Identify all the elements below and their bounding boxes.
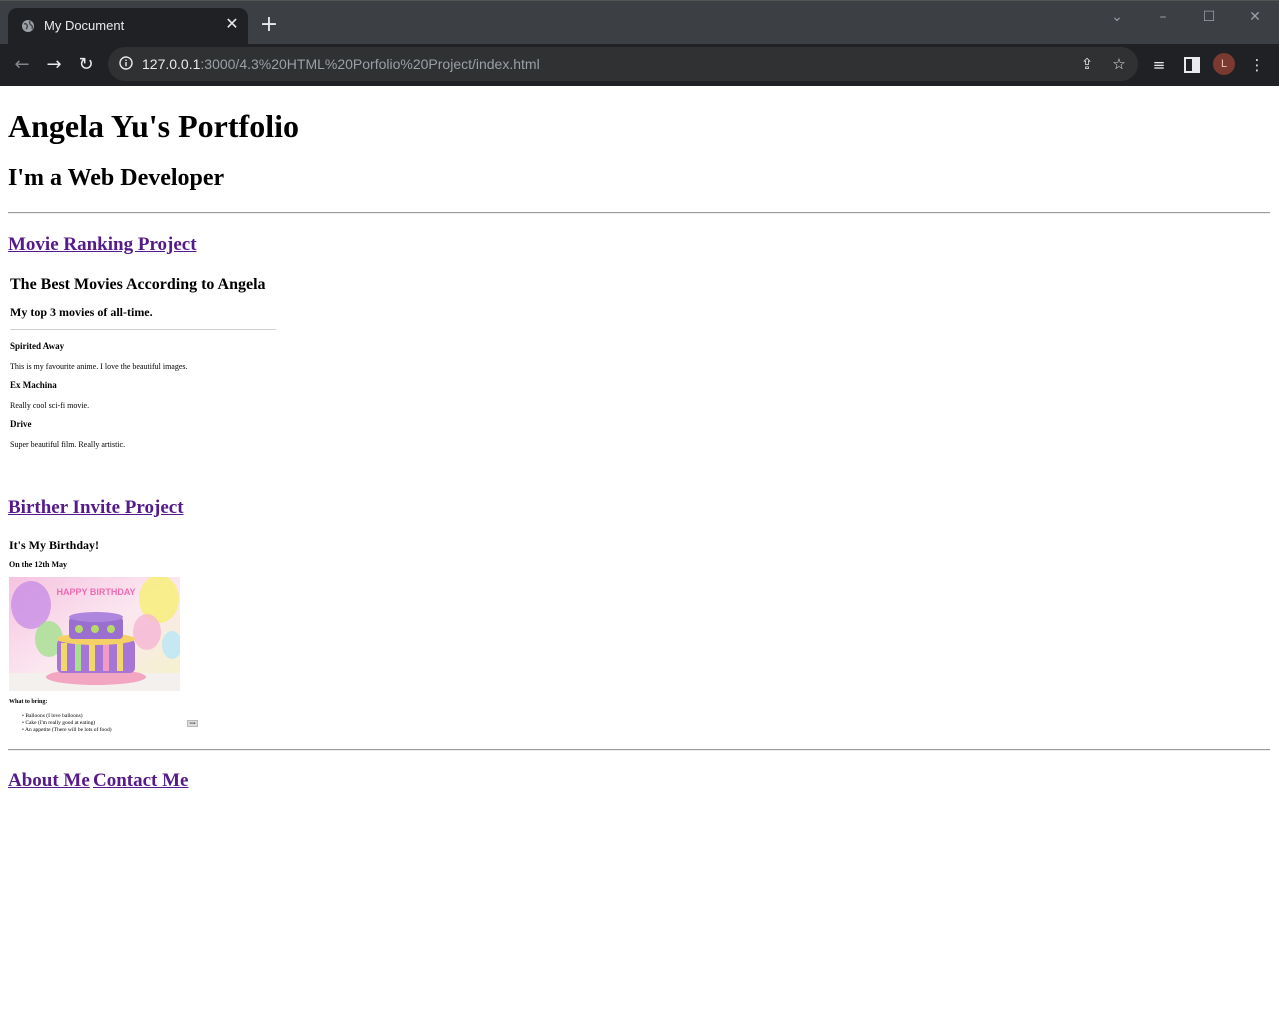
forward-arrow-icon[interactable]: → xyxy=(42,53,66,77)
divider xyxy=(10,329,276,330)
kebab-menu-icon[interactable]: ⋮ xyxy=(1247,55,1267,75)
movie-description: This is my favourite anime. I love the b… xyxy=(10,362,188,371)
movie-frame-title: The Best Movies According to Angela xyxy=(10,276,266,293)
birthday-invite-iframe: It's My Birthday! On the 12th May HAPPY … xyxy=(8,536,208,736)
movie-name: Spirited Away xyxy=(10,341,65,351)
page-title: Angela Yu's Portfolio xyxy=(8,108,299,144)
birthday-cake-image: HAPPY BIRTHDAY xyxy=(9,577,180,691)
url-host: 127.0.0.1 xyxy=(142,56,201,72)
side-panel-icon[interactable] xyxy=(1182,55,1202,75)
list-item: Cake (I'm really good at eating) xyxy=(22,720,112,727)
tab-strip: My Document ✕ + ⌄ – ☐ ✕ xyxy=(0,0,1279,45)
url-path: :3000/4.3%20HTML%20Porfolio%20Project/in… xyxy=(200,56,540,72)
birthday-date: On the 12th May xyxy=(9,560,67,569)
plus-icon[interactable]: + xyxy=(258,14,280,36)
avatar[interactable]: L xyxy=(1213,53,1235,75)
movie-ranking-iframe: The Best Movies According to Angela My t… xyxy=(8,271,308,451)
tab-title: My Document xyxy=(44,18,125,33)
share-icon[interactable]: ⇪ xyxy=(1078,55,1096,73)
movie-frame-subtitle: My top 3 movies of all-time. xyxy=(10,305,153,319)
list-item: An appetite (There will be lots of food) xyxy=(22,727,112,734)
minimize-icon[interactable]: – xyxy=(1153,7,1173,27)
divider xyxy=(8,212,1270,214)
about-me-link[interactable]: About Me xyxy=(8,770,90,792)
list-item: Balloons (I love balloons) xyxy=(22,713,112,720)
browser-toolbar: ← → ↻ 127.0.0.1:3000/4.3%20HTML%20Porfol… xyxy=(0,44,1279,86)
browser-chrome: My Document ✕ + ⌄ – ☐ ✕ ← → ↻ 127.0.0.1:… xyxy=(0,0,1279,86)
back-arrow-icon[interactable]: ← xyxy=(10,53,34,77)
globe-icon xyxy=(22,20,34,32)
star-icon[interactable]: ☆ xyxy=(1110,55,1128,73)
chevron-down-icon[interactable]: ⌄ xyxy=(1107,7,1127,27)
browser-tab[interactable]: My Document ✕ xyxy=(8,8,248,45)
contact-me-link[interactable]: Contact Me xyxy=(93,770,189,792)
close-icon[interactable]: ✕ xyxy=(224,17,240,33)
window-close-icon[interactable]: ✕ xyxy=(1245,7,1265,27)
tiny-link-button[interactable]: Link xyxy=(187,720,198,727)
media-queue-icon[interactable]: ≡ xyxy=(1149,55,1169,75)
page-content: Angela Yu's Portfolio I'm a Web Develope… xyxy=(0,86,1279,1030)
cake-caption: HAPPY BIRTHDAY xyxy=(56,587,135,597)
bring-list: Balloons (I love balloons) Cake (I'm rea… xyxy=(22,713,112,734)
url-text[interactable]: 127.0.0.1:3000/4.3%20HTML%20Porfolio%20P… xyxy=(142,56,540,72)
birthday-heading: It's My Birthday! xyxy=(9,538,99,552)
movie-description: Really cool sci-fi movie. xyxy=(10,401,90,410)
info-icon[interactable] xyxy=(119,56,133,70)
maximize-icon[interactable]: ☐ xyxy=(1199,7,1219,27)
bring-heading: What to bring: xyxy=(9,699,48,705)
divider xyxy=(8,749,1270,751)
movie-project-link[interactable]: Movie Ranking Project xyxy=(8,234,197,256)
movie-name: Ex Machina xyxy=(10,380,57,390)
birthday-project-link[interactable]: Birther Invite Project xyxy=(8,497,184,519)
movie-description: Super beautiful film. Really artistic. xyxy=(10,440,126,449)
address-bar[interactable]: 127.0.0.1:3000/4.3%20HTML%20Porfolio%20P… xyxy=(108,47,1138,81)
reload-icon[interactable]: ↻ xyxy=(74,53,98,77)
page-subtitle: I'm a Web Developer xyxy=(8,165,225,191)
movie-name: Drive xyxy=(10,419,32,429)
